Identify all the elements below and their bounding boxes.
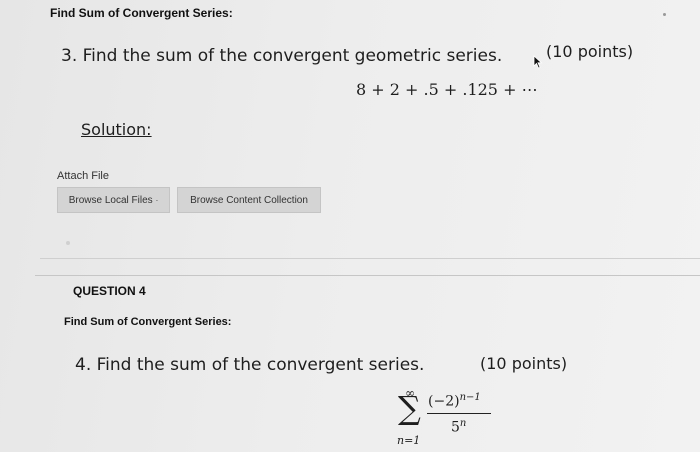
- fraction-denominator: 5n: [451, 418, 466, 436]
- section-divider-lower: [35, 275, 700, 276]
- mouse-cursor-icon: [533, 55, 543, 74]
- q4-series-expression: ∞ ∑ n=1 (−2)n−1 5n: [396, 382, 526, 452]
- q3-series-expression: 8 + 2 + .5 + .125 + ⋯: [356, 80, 538, 99]
- dropdown-indicator-icon: ·: [155, 195, 159, 205]
- fraction-bar: [427, 413, 491, 414]
- question-4-label: QUESTION 4: [73, 284, 146, 298]
- denominator-exponent: n: [459, 418, 467, 429]
- q3-points: (10 points): [546, 42, 634, 61]
- q4-header: Find Sum of Convergent Series:: [64, 316, 232, 328]
- small-dot: [66, 241, 70, 245]
- q4-points: (10 points): [480, 354, 568, 373]
- denominator-base: 5: [451, 419, 460, 436]
- fraction-numerator: (−2)n−1: [428, 392, 481, 410]
- sum-lower-limit: n=1: [397, 434, 421, 447]
- solution-label: Solution:: [81, 120, 152, 139]
- attach-file-label: Attach File: [57, 170, 109, 182]
- q3-header: Find Sum of Convergent Series:: [50, 6, 233, 20]
- section-divider-upper: [40, 258, 700, 259]
- browse-content-collection-button[interactable]: Browse Content Collection: [177, 187, 321, 213]
- browse-local-files-label: Browse Local Files: [68, 194, 153, 206]
- numerator-exponent: n−1: [459, 392, 481, 403]
- browse-local-files-button[interactable]: Browse Local Files ·: [57, 187, 170, 213]
- summation-symbol: ∑: [398, 389, 421, 427]
- numerator-base: (−2): [428, 393, 460, 410]
- q4-prompt: 4. Find the sum of the convergent series…: [75, 355, 425, 375]
- q3-prompt: 3. Find the sum of the convergent geomet…: [61, 46, 503, 66]
- dot-marker: [663, 13, 666, 16]
